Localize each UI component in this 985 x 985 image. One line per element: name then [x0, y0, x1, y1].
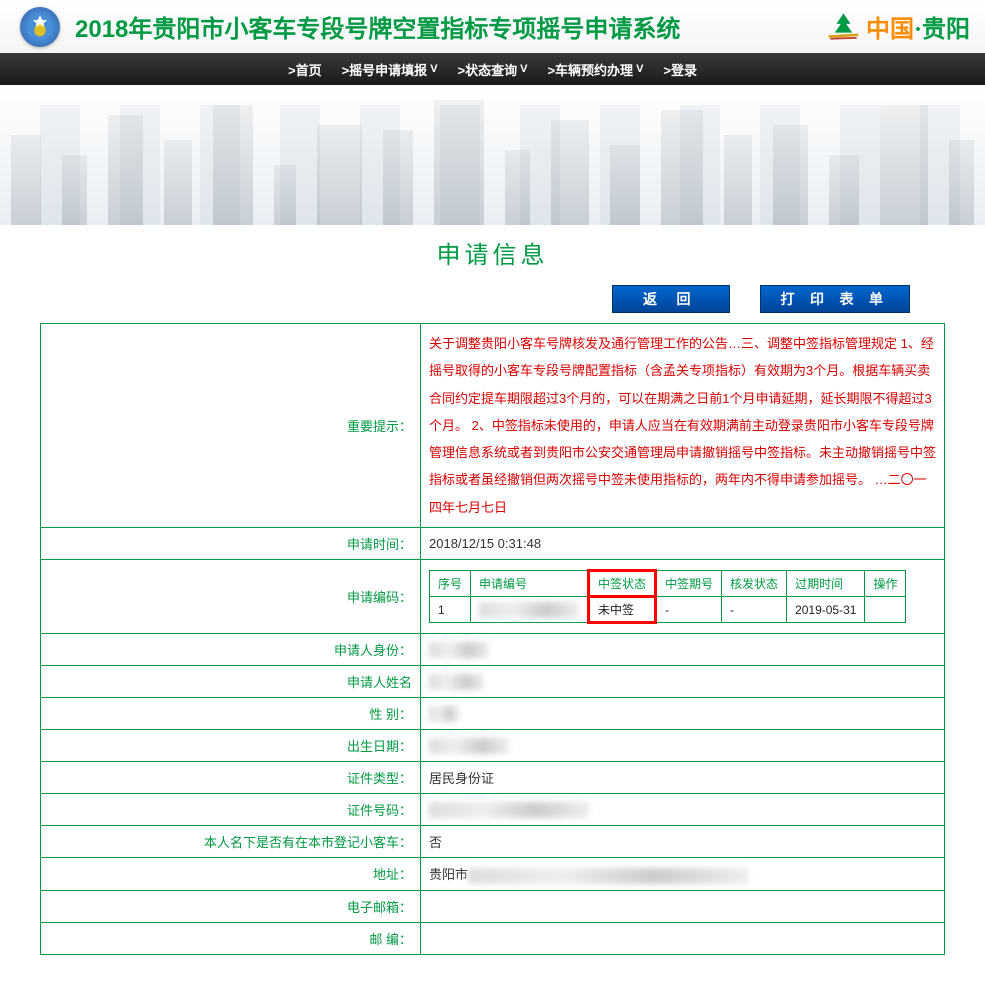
postcode-value [421, 922, 945, 954]
city-brand: 中国·贵阳 [826, 9, 970, 44]
apply-time-value: 2018/12/15 0:31:48 [421, 528, 945, 560]
col-expire: 过期时间 [787, 571, 865, 597]
brand-dot: · [914, 17, 922, 43]
chevron-down-icon: V [520, 63, 527, 75]
notice-text: 关于调整贵阳小客车号牌核发及通行管理工作的公告…三、调整中签指标管理规定 1、经… [421, 324, 945, 528]
cell-issue: - [722, 597, 787, 623]
nav-apply[interactable]: >摇号申请填报 V [342, 60, 438, 79]
nav-status[interactable]: >状态查询 V [458, 60, 528, 79]
name-value: xxx [421, 666, 945, 698]
notice-label: 重要提示： [41, 324, 421, 528]
postcode-label: 邮 编： [41, 922, 421, 954]
idtype-label: 证件类型： [41, 762, 421, 794]
print-button[interactable]: 打 印 表 单 [760, 285, 911, 313]
tree-icon [826, 9, 861, 44]
brand-city: 贵阳 [922, 17, 970, 43]
nav-home[interactable]: >首页 [288, 60, 322, 79]
cell-period: - [656, 597, 722, 623]
col-issue: 核发状态 [722, 571, 787, 597]
col-seq: 序号 [430, 571, 471, 597]
birth-label: 出生日期： [41, 730, 421, 762]
nav-vehicle[interactable]: >车辆预约办理 V [547, 60, 643, 79]
chevron-down-icon: V [430, 63, 437, 75]
cell-code: xxxxxxxxxx [471, 597, 589, 623]
identity-label: 申请人身份： [41, 634, 421, 666]
idno-value: xxxxxxxxxx [421, 794, 945, 826]
col-op: 操作 [865, 571, 906, 597]
nav-login[interactable]: >登录 [663, 60, 697, 79]
identity-value: xxx [421, 634, 945, 666]
back-button[interactable]: 返 回 [612, 285, 730, 313]
col-status: 中签状态 [589, 571, 656, 597]
cell-status: 未中签 [589, 597, 656, 623]
birth-value: xxxx [421, 730, 945, 762]
table-row: 1 xxxxxxxxxx 未中签 - - 2019-05-31 [430, 597, 906, 623]
hascar-label: 本人名下是否有在本市登记小客车： [41, 826, 421, 858]
address-value: 贵阳市xxxxxxxxxxxxxxxxxx [421, 858, 945, 891]
address-label: 地址： [41, 858, 421, 891]
city-background [0, 85, 985, 225]
system-title: 2018年贵阳市小客车专段号牌空置指标专项摇号申请系统 [75, 9, 680, 44]
gender-label: 性 别： [41, 698, 421, 730]
email-label: 电子邮箱： [41, 890, 421, 922]
email-value [421, 890, 945, 922]
col-code: 申请编号 [471, 571, 589, 597]
idtype-value: 居民身份证 [421, 762, 945, 794]
application-code-table: 序号 申请编号 中签状态 中签期号 核发状态 过期时间 操作 1 xxxxxxx… [429, 569, 906, 624]
col-period: 中签期号 [656, 571, 722, 597]
apply-code-label: 申请编码： [41, 560, 421, 634]
apply-time-label: 申请时间： [41, 528, 421, 560]
idno-label: 证件号码： [41, 794, 421, 826]
apply-code-value: 序号 申请编号 中签状态 中签期号 核发状态 过期时间 操作 1 xxxxxxx… [421, 560, 945, 634]
cell-expire: 2019-05-31 [787, 597, 865, 623]
police-badge-icon [20, 7, 60, 47]
name-label: 申请人姓名 [41, 666, 421, 698]
chevron-down-icon: V [636, 63, 643, 75]
main-nav: >首页 >摇号申请填报 V >状态查询 V >车辆预约办理 V >登录 [0, 53, 985, 85]
cell-op [865, 597, 906, 623]
brand-china: 中国 [866, 17, 914, 43]
cell-seq: 1 [430, 597, 471, 623]
gender-value: x [421, 698, 945, 730]
section-title: 申请信息 [40, 235, 945, 270]
page-header: 2018年贵阳市小客车专段号牌空置指标专项摇号申请系统 中国·贵阳 [0, 0, 985, 53]
application-info-table: 重要提示： 关于调整贵阳小客车号牌核发及通行管理工作的公告…三、调整中签指标管理… [40, 323, 945, 955]
hascar-value: 否 [421, 826, 945, 858]
